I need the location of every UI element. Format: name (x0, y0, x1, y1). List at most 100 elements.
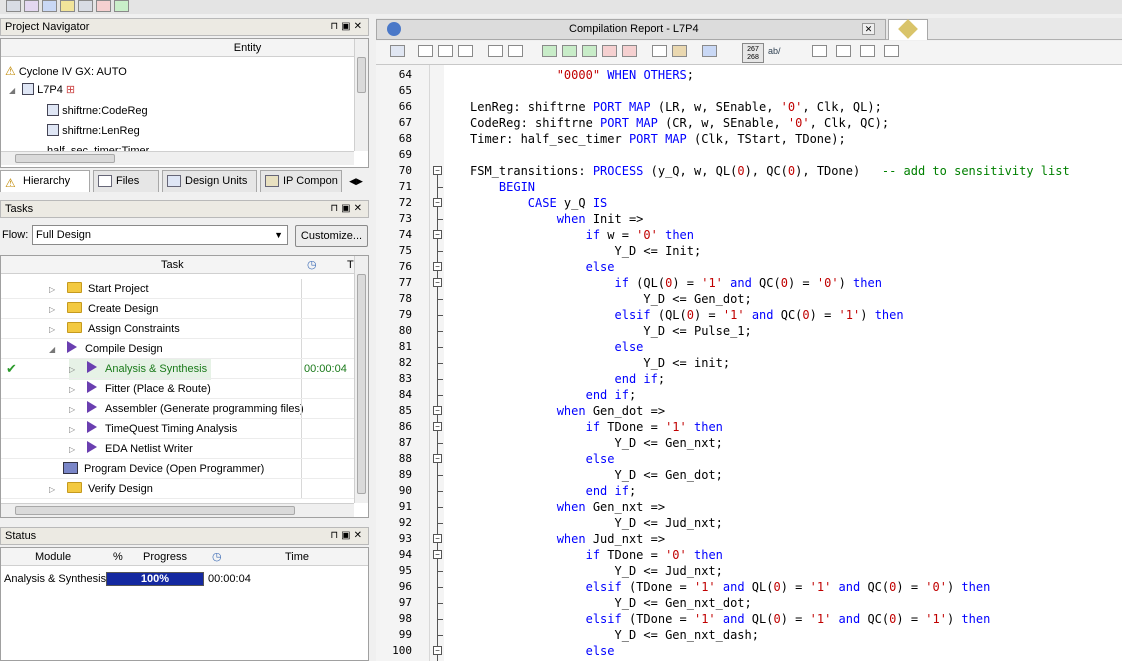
line-number-toggle[interactable]: 267 268 (742, 43, 764, 63)
unindent-icon[interactable] (508, 45, 523, 57)
line-number: 80 (398, 324, 412, 337)
next-bookmark-icon[interactable] (562, 45, 577, 57)
expand-icon[interactable]: ▷ (69, 380, 79, 400)
expand-icon[interactable]: ▷ (69, 440, 79, 460)
task-row[interactable]: ◢ Compile Design (1, 339, 354, 359)
entity-icon (47, 104, 59, 116)
navigator-vertical-scrollbar[interactable] (354, 39, 368, 151)
time-column-header[interactable]: T (347, 256, 354, 274)
panel-controls[interactable]: ⊓▣✕ (330, 528, 365, 544)
tree-item-codereg[interactable]: shiftrne:CodeReg (47, 101, 148, 121)
code-line: else (585, 452, 615, 466)
task-row[interactable]: Program Device (Open Programmer) (1, 459, 354, 479)
fold-toggle-icon[interactable]: − (433, 550, 442, 559)
code-editor[interactable]: 64 "0000" WHEN OTHERS; 65 66 LenReg: shiftr… (376, 65, 1122, 661)
navigate-icon[interactable] (390, 45, 405, 57)
start-analysis-icon[interactable] (24, 0, 39, 12)
fold-toggle-icon[interactable]: − (433, 406, 442, 415)
time-column-header[interactable]: Time (285, 548, 309, 566)
customize-button[interactable]: Customize... (295, 225, 368, 247)
stop-icon[interactable] (6, 0, 21, 12)
task-row[interactable]: ▷ Start Project (1, 279, 354, 299)
tasks-horizontal-scrollbar[interactable] (1, 503, 354, 517)
tab-design-units[interactable]: Design Units (162, 170, 257, 192)
attach-icon[interactable] (652, 45, 667, 57)
clear-bookmark-icon[interactable] (602, 45, 617, 57)
panel-controls[interactable]: ⊓▣✕ (330, 201, 365, 217)
expand-icon[interactable]: ▷ (69, 400, 79, 420)
device-row[interactable]: ⚠ Cyclone IV GX: AUTO (5, 61, 127, 81)
goto-line-icon[interactable] (458, 45, 473, 57)
entity-column-header[interactable]: Entity (1, 39, 354, 57)
fold-toggle-icon[interactable]: − (433, 166, 442, 175)
task-row[interactable]: ▷ EDA Netlist Writer (1, 439, 354, 459)
tab-vhdl-file[interactable] (888, 19, 928, 40)
task-row[interactable]: ▷ Assign Constraints (1, 319, 354, 339)
run-task-icon (87, 421, 97, 433)
task-row[interactable]: ▷ Fitter (Place & Route) (1, 379, 354, 399)
fold-toggle-icon[interactable]: − (433, 534, 442, 543)
replace-icon[interactable] (438, 45, 453, 57)
task-row[interactable]: ▷ Assembler (Generate programming files) (1, 399, 354, 419)
bookmark-icon[interactable] (542, 45, 557, 57)
find-icon[interactable] (418, 45, 433, 57)
percent-column-header[interactable]: % (113, 548, 123, 566)
flow-select[interactable]: Full Design ▼ (32, 225, 288, 245)
expand-icon[interactable]: ◢ (9, 81, 19, 101)
expand-icon[interactable]: ▷ (49, 480, 59, 500)
navigator-horizontal-scrollbar[interactable] (1, 151, 354, 165)
fold-toggle-icon[interactable]: − (433, 454, 442, 463)
check-syntax-icon[interactable] (702, 45, 717, 57)
template-icon[interactable] (672, 45, 687, 57)
expand-icon[interactable]: ▷ (49, 300, 59, 320)
line-number: 66 (398, 100, 412, 113)
fold-toggle-icon[interactable]: − (433, 646, 442, 655)
fullscreen-icon[interactable] (884, 45, 899, 57)
tab-files[interactable]: Files (93, 170, 159, 192)
progress-column-header[interactable]: Progress (143, 548, 187, 566)
tree-item-L7P4[interactable]: ◢ L7P4 ⊞ (9, 80, 75, 100)
tab-ip-components[interactable]: IP Compon (260, 170, 342, 192)
tab-compilation-report[interactable]: Compilation Report - L7P4 ✕ (376, 19, 886, 40)
run-task-icon (67, 341, 77, 353)
expand-icon[interactable]: ◢ (49, 340, 59, 360)
indent-icon[interactable] (488, 45, 503, 57)
task-row[interactable]: ▷ Create Design (1, 299, 354, 319)
netlist-icon[interactable] (60, 0, 75, 12)
clear-all-bookmarks-icon[interactable] (622, 45, 637, 57)
insert-icon[interactable] (812, 45, 827, 57)
word-wrap-icon[interactable]: ab/ (768, 46, 781, 56)
fold-toggle-icon[interactable]: − (433, 422, 442, 431)
check-icon[interactable] (114, 0, 129, 12)
expand-icon[interactable]: ▷ (49, 320, 59, 340)
status-title: Status (5, 530, 37, 542)
tab-hierarchy[interactable]: ⚠ Hierarchy (0, 170, 90, 192)
timequest-icon[interactable] (42, 0, 57, 12)
uncomment-icon[interactable] (860, 45, 875, 57)
code-line: "0000" WHEN OTHERS; (556, 68, 695, 82)
task-label: TimeQuest Timing Analysis (105, 423, 238, 435)
panel-controls[interactable]: ⊓▣✕ (330, 19, 365, 35)
fold-toggle-icon[interactable]: − (433, 198, 442, 207)
fold-toggle-icon[interactable]: − (433, 230, 442, 239)
fold-toggle-icon[interactable]: − (433, 262, 442, 271)
fold-toggle-icon[interactable]: − (433, 278, 442, 287)
tree-item-lenreg[interactable]: shiftrne:LenReg (47, 121, 140, 141)
expand-icon[interactable]: ▷ (49, 280, 59, 300)
comment-icon[interactable] (836, 45, 851, 57)
task-column-header[interactable]: Task (161, 256, 184, 274)
task-row[interactable]: ▷ Verify Design (1, 479, 354, 499)
expand-icon[interactable]: ▷ (69, 420, 79, 440)
rtl-icon[interactable] (96, 0, 111, 12)
chip-planner-icon[interactable] (78, 0, 93, 12)
tab-scroll-arrows[interactable]: ◀▶ (344, 172, 368, 190)
task-row[interactable]: ▷ TimeQuest Timing Analysis (1, 419, 354, 439)
main-toolbar (0, 0, 1122, 14)
module-column-header[interactable]: Module (35, 548, 71, 566)
expand-icon[interactable]: ▷ (69, 360, 79, 380)
tasks-vertical-scrollbar[interactable] (354, 256, 368, 503)
line-number: 92 (398, 516, 412, 529)
prev-bookmark-icon[interactable] (582, 45, 597, 57)
close-icon[interactable]: ✕ (862, 23, 875, 35)
task-row[interactable]: ✔ ▷ Analysis & Synthesis 00:00:04 (1, 359, 354, 380)
